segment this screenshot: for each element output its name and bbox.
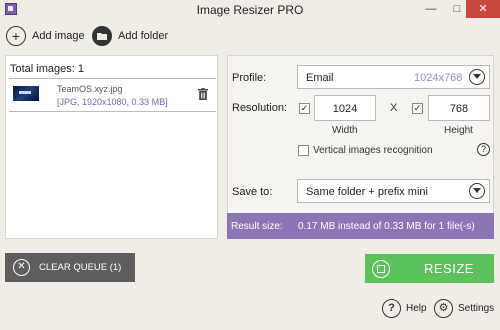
file-info: [JPG, 1920x1080, 0.33 MB] bbox=[57, 97, 168, 107]
resize-label: RESIZE bbox=[424, 261, 474, 276]
resolution-label: Resolution: bbox=[232, 102, 288, 114]
profile-select[interactable]: Email 1024x768 bbox=[297, 65, 490, 89]
add-image-label: Add image bbox=[32, 30, 85, 42]
dimension-separator: X bbox=[390, 102, 398, 114]
settings-label: Settings bbox=[458, 302, 495, 314]
height-checkbox[interactable]: ✓ bbox=[412, 103, 423, 114]
result-size-bar: Result size: 0.17 MB instead of 0.33 MB … bbox=[227, 213, 494, 239]
file-name: TeamOS.xyz.jpg bbox=[57, 84, 123, 94]
height-caption: Height bbox=[444, 125, 473, 136]
vertical-recognition-label: Vertical images recognition bbox=[313, 145, 433, 156]
settings-button[interactable]: ⚙ Settings bbox=[434, 298, 494, 318]
question-icon: ? bbox=[382, 298, 401, 318]
width-caption: Width bbox=[332, 125, 358, 136]
chevron-down-icon[interactable] bbox=[469, 183, 485, 199]
list-item[interactable]: TeamOS.xyz.jpg [JPG, 1920x1080, 0.33 MB] bbox=[9, 78, 216, 112]
chevron-down-icon[interactable] bbox=[469, 69, 485, 85]
help-label: Help bbox=[406, 302, 427, 314]
gear-icon: ⚙ bbox=[434, 298, 453, 318]
question-icon[interactable]: ? bbox=[477, 143, 490, 156]
clear-queue-label: CLEAR QUEUE (1) bbox=[39, 262, 122, 273]
title-bar: Image Resizer PRO — □ ✕ bbox=[0, 0, 500, 20]
add-folder-button[interactable]: Add folder bbox=[92, 25, 168, 47]
resize-icon bbox=[372, 259, 390, 278]
total-images-label: Total images: 1 bbox=[10, 63, 84, 75]
profile-label: Profile: bbox=[232, 72, 267, 84]
vertical-recognition-checkbox[interactable] bbox=[298, 145, 309, 156]
save-to-label: Save to: bbox=[232, 186, 273, 198]
close-button[interactable]: ✕ bbox=[466, 0, 500, 18]
height-value: 768 bbox=[449, 103, 469, 115]
close-circle-icon: ✕ bbox=[13, 259, 30, 276]
add-image-button[interactable]: + Add image bbox=[6, 25, 85, 47]
profile-dimensions: 1024x768 bbox=[414, 72, 463, 84]
queue-panel: Total images: 1 TeamOS.xyz.jpg [JPG, 192… bbox=[5, 55, 218, 239]
profile-value: Email bbox=[306, 72, 334, 84]
width-checkbox[interactable]: ✓ bbox=[299, 103, 310, 114]
settings-panel: Profile: Email 1024x768 Resolution: ✓ 10… bbox=[227, 55, 494, 239]
trash-icon[interactable] bbox=[198, 88, 208, 100]
width-input[interactable]: 1024 bbox=[314, 95, 376, 121]
clear-queue-button[interactable]: ✕ CLEAR QUEUE (1) bbox=[5, 253, 135, 282]
add-folder-label: Add folder bbox=[118, 30, 169, 42]
plus-circle-icon: + bbox=[6, 26, 26, 46]
save-to-select[interactable]: Same folder + prefix mini bbox=[297, 179, 490, 203]
image-thumbnail bbox=[13, 86, 39, 101]
help-button[interactable]: ? Help bbox=[382, 298, 427, 318]
result-size-label: Result size: bbox=[231, 221, 283, 232]
minimize-button[interactable]: — bbox=[418, 0, 444, 18]
folder-icon bbox=[92, 26, 112, 46]
result-size-value: 0.17 MB instead of 0.33 MB for 1 file(-s… bbox=[298, 221, 475, 232]
width-value: 1024 bbox=[332, 103, 358, 115]
height-input[interactable]: 768 bbox=[428, 95, 490, 121]
resize-button[interactable]: RESIZE bbox=[365, 254, 494, 283]
save-to-value: Same folder + prefix mini bbox=[306, 186, 428, 198]
